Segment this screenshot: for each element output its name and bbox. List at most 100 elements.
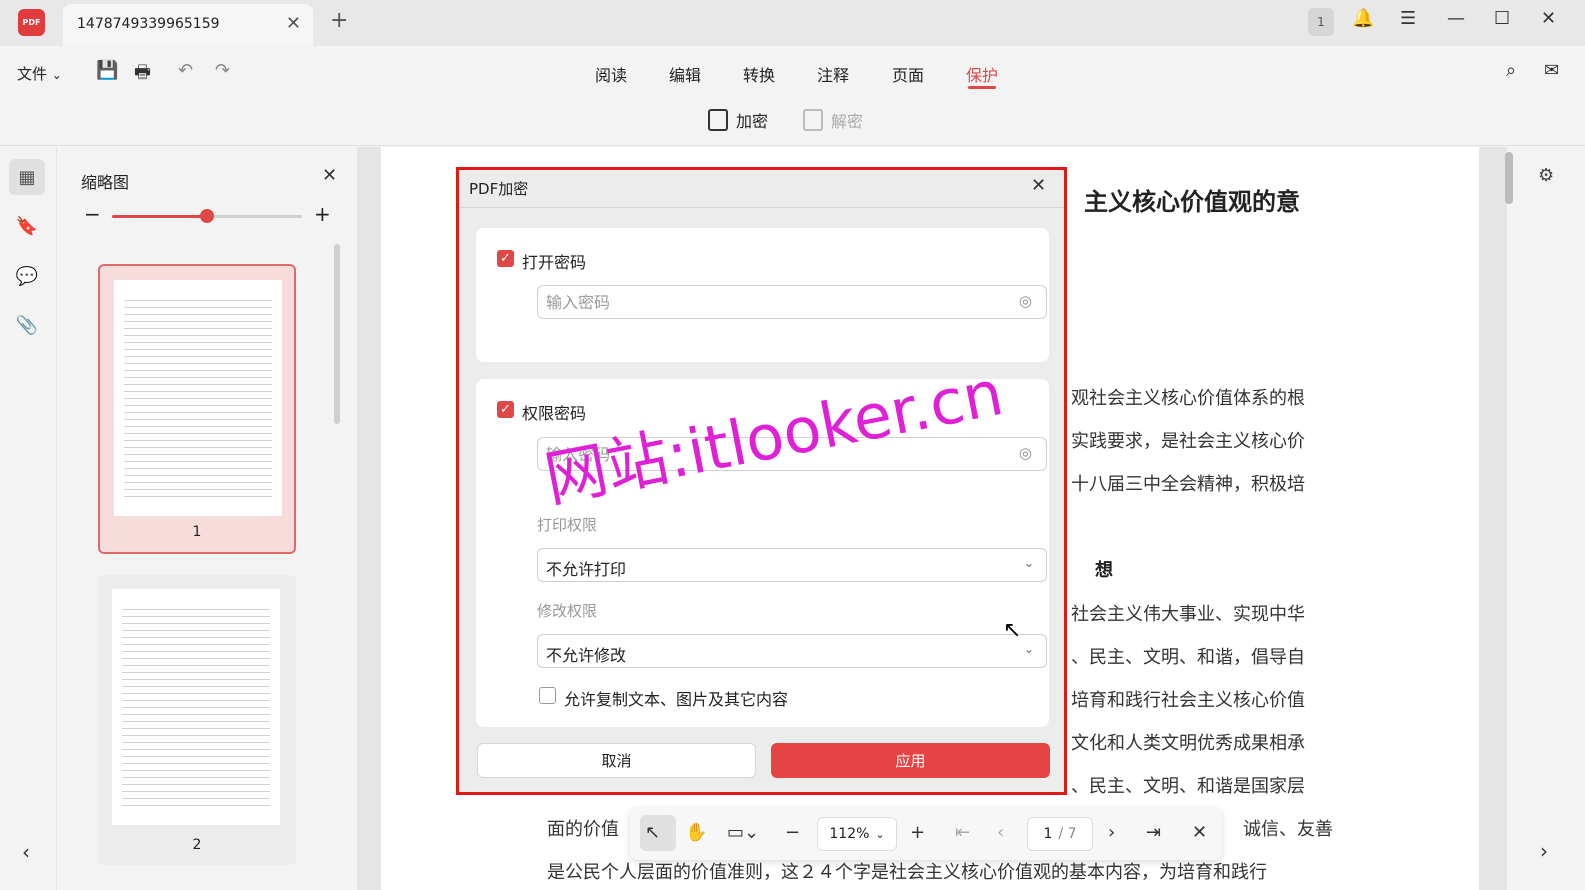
slider-handle[interactable] <box>200 209 214 223</box>
document-tab[interactable]: 1478749339965159 ✕ <box>63 4 313 46</box>
window-close-icon[interactable]: ✕ <box>1541 8 1556 29</box>
document-line: 十八届三中全会精神，积极培 <box>1071 474 1305 495</box>
zoom-out-icon[interactable]: − <box>84 202 101 226</box>
print-permission-select[interactable]: 不允许打印 ⌄ <box>537 548 1047 582</box>
modify-permission-label: 修改权限 <box>537 602 598 620</box>
file-menu[interactable]: 文件 ⌄ <box>17 63 62 84</box>
open-password-checkbox[interactable]: ✓ <box>497 250 514 267</box>
bell-icon[interactable]: 🔔 <box>1352 8 1374 29</box>
encrypt-button[interactable]: 加密 <box>708 108 768 132</box>
nav-annotate[interactable]: 注释 <box>817 62 849 86</box>
active-tab-indicator <box>968 86 996 89</box>
bottom-toolbar <box>630 808 1222 860</box>
thumbnail-scrollbar[interactable] <box>334 244 340 424</box>
file-menu-label: 文件 <box>17 65 48 83</box>
permission-password-section: ✓ 权限密码 ◎ 打印权限 不允许打印 ⌄ 修改权限 不允许修改 ⌄ 允许复制文… <box>476 379 1049 727</box>
app-logo: PDF <box>18 9 45 36</box>
settings-sliders-icon[interactable]: ⚙ <box>1538 165 1554 186</box>
permission-password-checkbox[interactable]: ✓ <box>497 401 514 418</box>
document-tab-title: 1478749339965159 <box>77 16 220 32</box>
print-permission-value: 不允许打印 <box>546 560 627 579</box>
thumbnails-icon[interactable]: ▦ <box>9 159 45 195</box>
current-page: 1 <box>1043 826 1053 842</box>
document-line: 、民主、文明、和谐是国家层 <box>1071 776 1305 797</box>
chevron-right-icon[interactable]: › <box>1540 839 1548 863</box>
nav-edit[interactable]: 编辑 <box>669 62 701 86</box>
chevron-down-icon: ⌄ <box>51 68 62 82</box>
thumbnail-page-1[interactable]: 1 <box>98 264 296 554</box>
new-tab-icon[interactable]: + <box>330 8 348 33</box>
zoom-level-dropdown[interactable]: 112% ⌄ <box>817 817 897 851</box>
maximize-icon[interactable]: ☐ <box>1494 8 1510 29</box>
notification-count-badge[interactable]: 1 <box>1308 8 1334 36</box>
thumbnail-page-number: 2 <box>192 837 202 853</box>
document-line: 观社会主义核心价值体系的根 <box>1071 388 1305 409</box>
minimize-icon[interactable]: — <box>1447 8 1465 29</box>
left-icon-rail: ▦ 🔖 💬 📎 <box>0 147 57 890</box>
zoom-in-icon[interactable]: + <box>314 202 331 226</box>
print-icon[interactable]: 🖶 <box>134 60 151 90</box>
redo-icon[interactable]: ↷ <box>215 60 230 81</box>
view-mode-icon[interactable]: ▭⌄ <box>727 822 759 843</box>
bookmark-icon[interactable]: 🔖 <box>9 208 45 244</box>
dialog-divider <box>459 207 1064 208</box>
comment-icon[interactable]: 💬 <box>9 258 45 294</box>
open-password-input[interactable] <box>546 292 996 312</box>
dialog-close-icon[interactable]: ✕ <box>1031 175 1046 196</box>
eye-hidden-icon[interactable]: ◎ <box>1019 444 1032 462</box>
allow-copy-checkbox[interactable] <box>539 687 556 704</box>
unlock-file-icon <box>803 109 823 131</box>
mail-icon[interactable]: ✉ <box>1544 60 1559 81</box>
title-bar: PDF 1478749339965159 ✕ + 1 🔔 ☰ — ☐ ✕ <box>0 0 1585 46</box>
last-page-icon[interactable]: ⇥ <box>1146 822 1161 843</box>
nav-page[interactable]: 页面 <box>892 62 924 86</box>
previous-page-icon[interactable]: ‹ <box>997 822 1004 843</box>
cursor-select-icon[interactable]: ↖ <box>645 822 660 843</box>
apply-button[interactable]: 应用 <box>771 743 1050 778</box>
search-icon[interactable]: ⌕ <box>1506 60 1516 81</box>
document-subheading: 想 <box>1095 560 1113 581</box>
close-tab-icon[interactable]: ✕ <box>286 13 301 34</box>
permission-password-field: ◎ <box>537 437 1047 471</box>
cancel-button[interactable]: 取消 <box>477 743 756 778</box>
save-icon[interactable]: 💾 <box>96 60 118 81</box>
modify-permission-select[interactable]: 不允许修改 ⌄ <box>537 634 1047 668</box>
eye-hidden-icon[interactable]: ◎ <box>1019 292 1032 310</box>
thumbnail-panel: 缩略图 ✕ − + 1 2 <box>58 147 356 890</box>
total-pages: / 7 <box>1058 826 1077 842</box>
document-heading: 主义核心价值观的意 <box>1084 187 1300 216</box>
nav-protect[interactable]: 保护 <box>966 62 998 86</box>
menu-icon[interactable]: ☰ <box>1400 8 1416 29</box>
close-toolbar-icon[interactable]: ✕ <box>1192 822 1207 843</box>
document-line: 、民主、文明、和谐，倡导自 <box>1071 647 1305 668</box>
document-line: 实践要求，是社会主义核心价 <box>1071 431 1305 452</box>
close-panel-icon[interactable]: ✕ <box>322 165 337 186</box>
zoom-out-icon[interactable]: − <box>785 822 800 843</box>
allow-copy-label: 允许复制文本、图片及其它内容 <box>564 690 789 709</box>
document-scrollbar[interactable] <box>1505 152 1513 204</box>
hand-tool-icon[interactable]: ✋ <box>685 822 707 843</box>
document-line: 是公民个人层面的价值准则，这２４个字是社会主义核心价值观的基本内容，为培育和践行 <box>547 862 1267 883</box>
thumbnail-page-number: 1 <box>192 524 202 540</box>
permission-password-label: 权限密码 <box>522 404 587 423</box>
permission-password-input[interactable] <box>546 444 996 464</box>
thumbnail-page-2[interactable]: 2 <box>98 575 296 865</box>
document-line: 社会主义伟大事业、实现中华 <box>1071 604 1305 625</box>
first-page-icon[interactable]: ⇤ <box>955 822 970 843</box>
page-number-input[interactable]: 1 / 7 <box>1027 817 1093 851</box>
chevron-down-icon: ⌄ <box>1023 556 1034 570</box>
chevron-left-icon[interactable]: ‹ <box>22 840 30 864</box>
nav-convert[interactable]: 转换 <box>743 62 775 86</box>
next-page-icon[interactable]: › <box>1108 822 1115 843</box>
thumbnail-zoom-slider[interactable] <box>112 209 302 223</box>
pdf-encrypt-dialog: PDF加密 ✕ ✓ 打开密码 ◎ ✓ 权限密码 ◎ 打印权限 不允许打印 ⌄ 修… <box>459 170 1064 792</box>
decrypt-button[interactable]: 解密 <box>803 108 863 132</box>
attachment-icon[interactable]: 📎 <box>9 307 45 343</box>
encrypt-label: 加密 <box>736 112 769 131</box>
undo-icon[interactable]: ↶ <box>178 60 193 81</box>
page-preview-text <box>124 300 272 500</box>
open-password-field: ◎ <box>537 285 1047 319</box>
zoom-in-icon[interactable]: + <box>910 822 925 843</box>
nav-read[interactable]: 阅读 <box>595 62 627 86</box>
mouse-pointer-icon: ↖ <box>1003 618 1022 643</box>
